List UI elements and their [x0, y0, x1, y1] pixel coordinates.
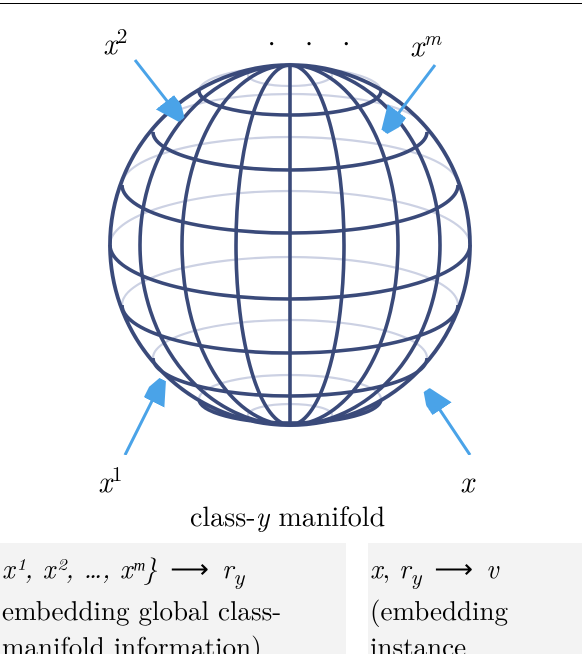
box-right-sub: y — [410, 559, 421, 591]
box-left-line1: x¹, x², …, xᵐ} ⟶ ry — [2, 549, 342, 591]
sphere-illustration — [80, 35, 500, 455]
arrow-icon: ⟶ — [430, 548, 477, 586]
label-x: x — [460, 458, 474, 501]
box-right-comma: , — [383, 548, 400, 586]
caption-class-y-manifold: class-y manifold — [190, 495, 385, 535]
box-class-embedding: x¹, x², …, xᵐ} ⟶ ry embedding global cla… — [0, 543, 346, 654]
box-right-r: r — [399, 548, 410, 586]
caption-prefix: class- — [190, 495, 256, 535]
arrow-x — [430, 395, 470, 455]
box-right-v: v — [486, 548, 498, 586]
arrow-x1 — [125, 385, 160, 455]
box-left-lhs: x¹, x², …, xᵐ} — [2, 548, 157, 586]
label-x1: x1 — [98, 458, 122, 501]
arrow-x2 — [135, 60, 178, 115]
arrow-icon: ⟶ — [166, 548, 213, 586]
figure-canvas: x2 · · · xm x1 x class-y manifold — [0, 0, 582, 654]
box-left-line2: embedding global class- — [2, 591, 342, 627]
box-left-rhs: r — [222, 548, 233, 586]
caption-suffix: manifold — [269, 495, 385, 535]
box-right-x: x — [370, 548, 383, 586]
box-right-line2: (embedding instance — [370, 591, 578, 654]
top-rule — [0, 3, 582, 4]
box-left-rhs-sub: y — [233, 559, 244, 591]
arrow-xm — [388, 65, 435, 127]
caption-var: y — [256, 495, 270, 535]
equation-boxes: x¹, x², …, xᵐ} ⟶ ry embedding global cla… — [0, 543, 582, 654]
box-right-line1: x, ry ⟶ v — [370, 549, 578, 591]
box-instance-embedding: x, ry ⟶ v (embedding instance x, given c… — [368, 543, 582, 654]
box-left-line3: manifold information) — [2, 627, 342, 654]
